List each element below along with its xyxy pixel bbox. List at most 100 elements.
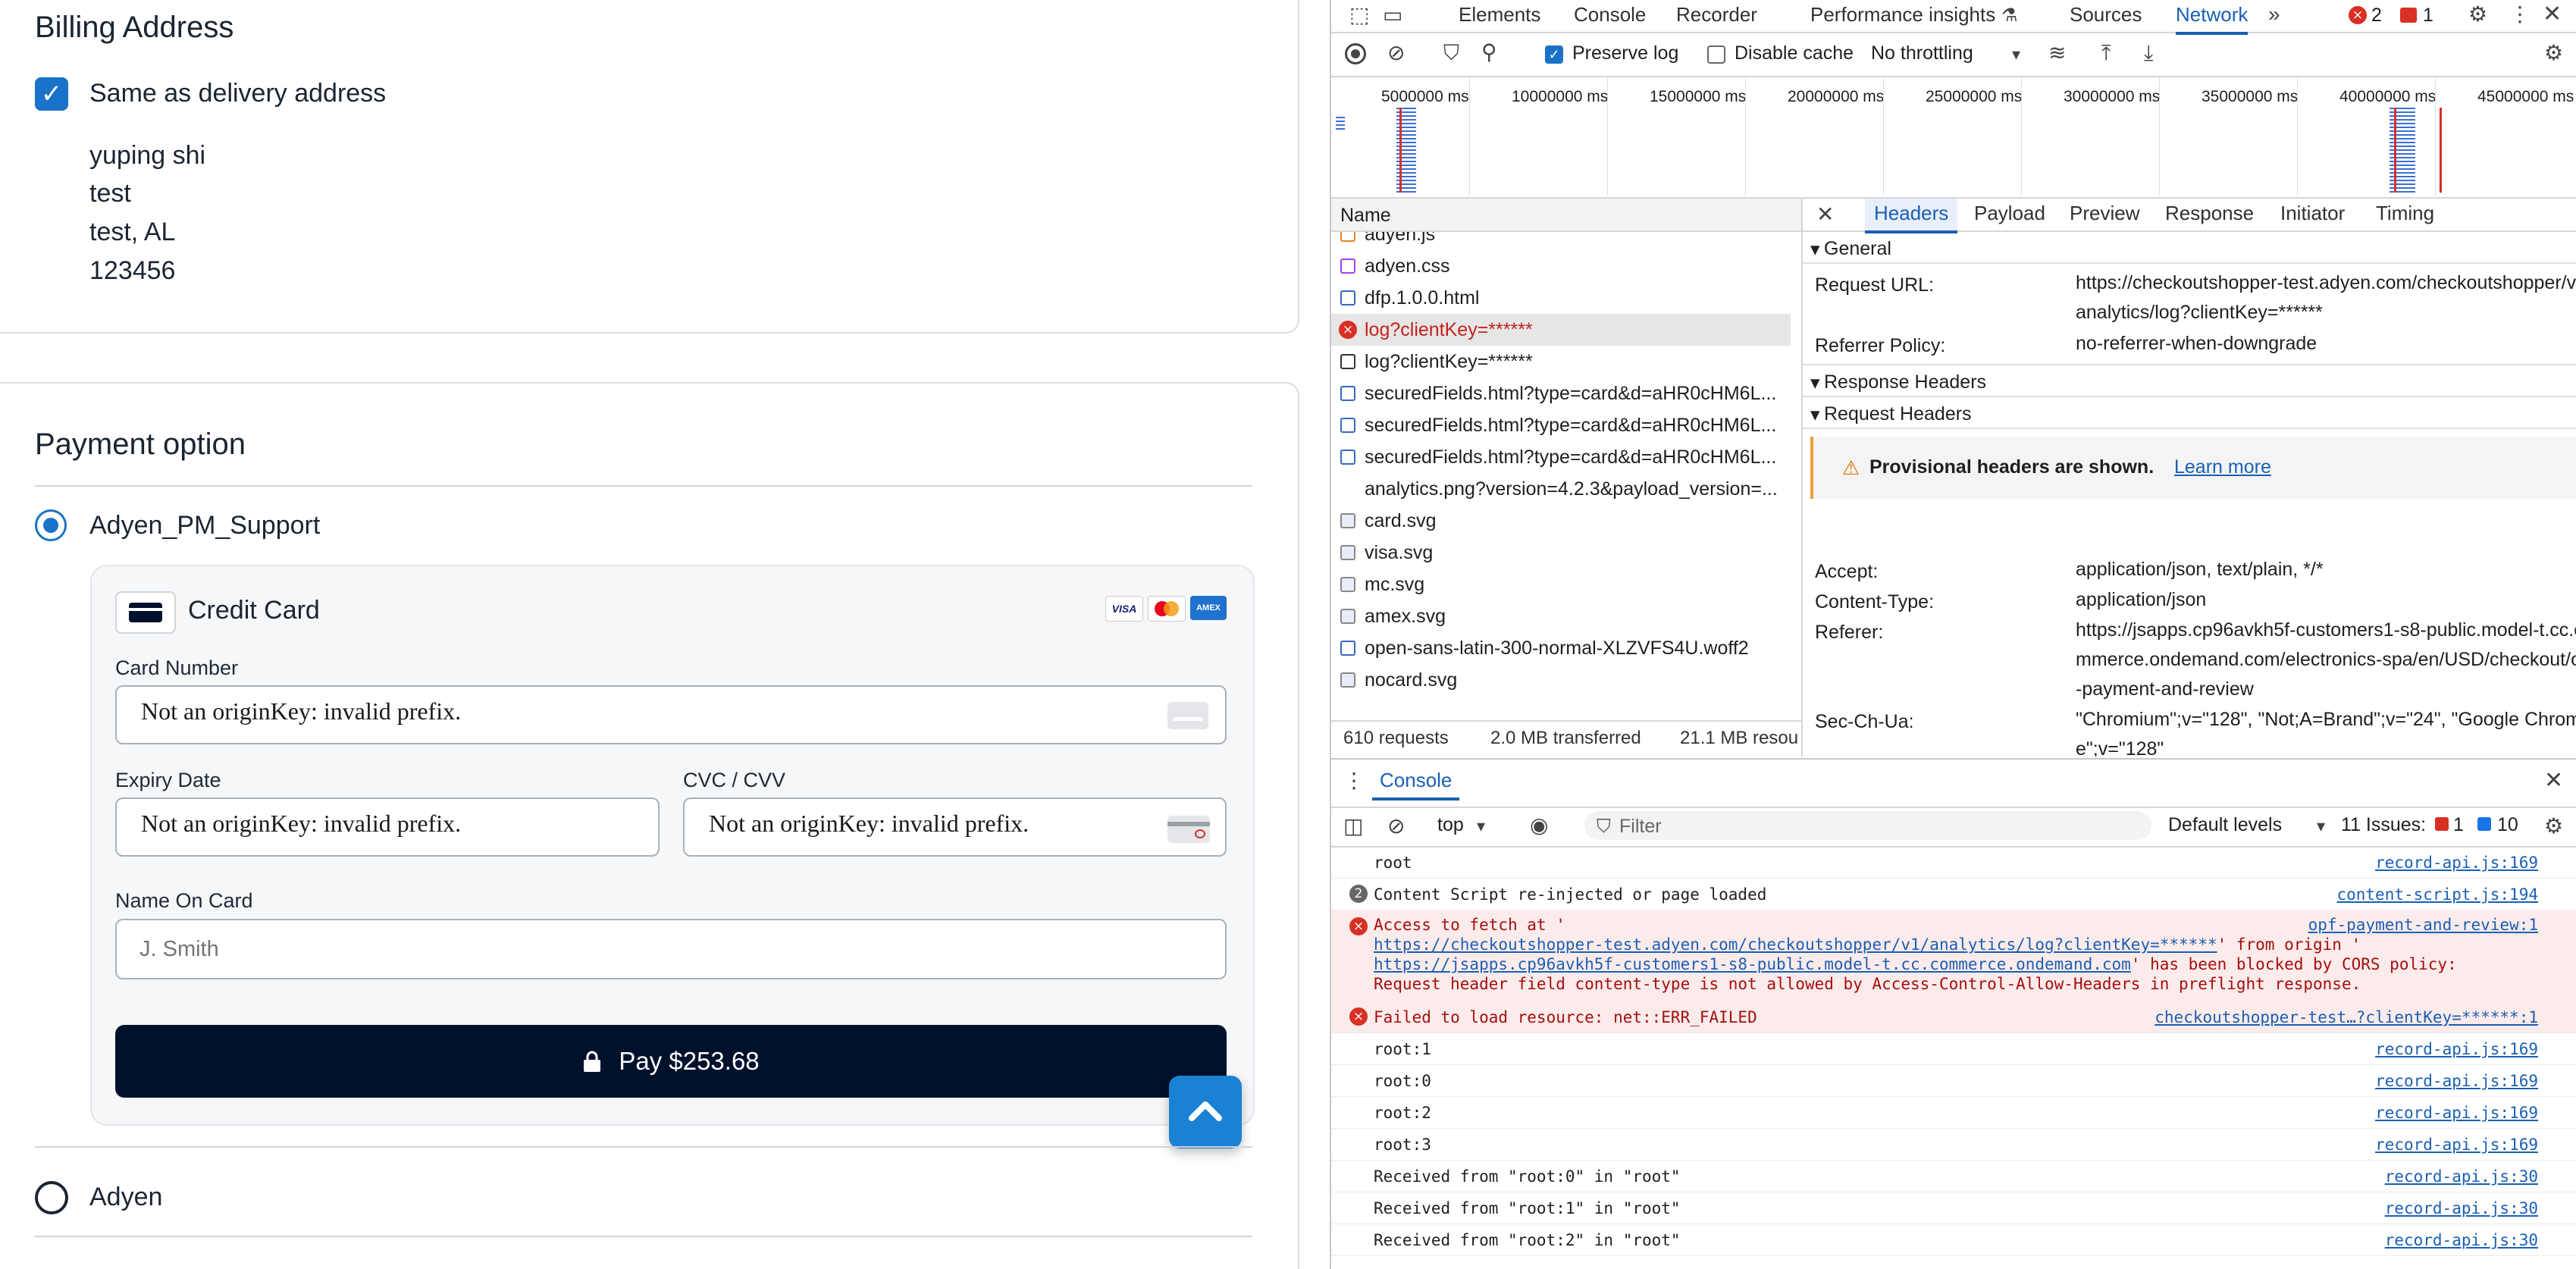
close-detail-icon[interactable]: ✕ [1816, 204, 1834, 225]
request-row[interactable]: amex.svg [1331, 600, 1791, 632]
network-overview-timeline[interactable]: 5000000 ms 10000000 ms 15000000 ms 20000… [1331, 77, 2576, 199]
card-number-field[interactable]: Not an originKey: invalid prefix. [115, 685, 1227, 744]
request-row[interactable]: securedFields.html?type=card&d=aHR0cHM6L… [1331, 409, 1791, 441]
tab-network[interactable]: Network [2176, 0, 2249, 35]
console-settings-icon[interactable]: ⚙ [2544, 816, 2563, 837]
sidebar-toggle-icon[interactable]: ◫ [1343, 816, 1363, 837]
issues-error-count[interactable]: 1 [2453, 814, 2464, 836]
issue-count[interactable]: 1 [2423, 5, 2433, 27]
request-row[interactable]: securedFields.html?type=card&d=aHR0cHM6L… [1331, 441, 1791, 473]
request-row[interactable]: mc.svg [1331, 569, 1791, 600]
filter-icon[interactable]: ⛉ [1443, 42, 1459, 64]
issue-error-icon [2435, 817, 2449, 831]
billing-address-title: Billing Address [35, 11, 234, 44]
search-icon[interactable]: ⚲ [1481, 42, 1497, 63]
more-options-icon[interactable]: ⋮ [2509, 4, 2531, 25]
radio-adyen[interactable] [35, 1181, 68, 1214]
source-link[interactable]: record-api.js:169 [2375, 1136, 2538, 1154]
throttling-select[interactable]: No throttling [1871, 42, 1973, 64]
chevron-down-icon[interactable]: ▾ [1477, 816, 1485, 837]
learn-more-link[interactable]: Learn more [2174, 456, 2271, 478]
disable-cache-checkbox[interactable] [1707, 45, 1725, 64]
clear-icon[interactable]: ⊘ [1387, 42, 1405, 64]
drawer-tab-console[interactable]: Console [1372, 766, 1460, 801]
response-headers-section[interactable]: ▾ Response Headers [1803, 364, 2576, 397]
inspect-element-icon[interactable]: ⬚ [1349, 5, 1369, 26]
name-on-card-input[interactable] [115, 919, 1227, 979]
tab-performance-insights[interactable]: Performance insights [1810, 0, 1995, 32]
request-row[interactable]: visa.svg [1331, 537, 1791, 569]
chevron-down-icon[interactable]: ▾ [2012, 44, 2020, 65]
name-column-header[interactable]: Name [1340, 205, 1391, 227]
radio-adyen-pm-support[interactable] [35, 509, 67, 541]
error-count[interactable]: 2 [2371, 5, 2382, 27]
network-conditions-icon[interactable]: ≋ [2048, 42, 2066, 64]
chevron-down-icon[interactable]: ▾ [2317, 816, 2325, 837]
request-row[interactable]: dfp.1.0.0.html [1331, 282, 1791, 314]
clear-console-icon[interactable]: ⊘ [1387, 816, 1405, 837]
detail-tab-timing[interactable]: Timing [2376, 199, 2434, 230]
pay-button[interactable]: Pay $253.68 [115, 1025, 1227, 1098]
record-icon[interactable] [1345, 43, 1366, 64]
preserve-log-label[interactable]: Preserve log [1572, 42, 1678, 64]
chevron-up-icon [1189, 1101, 1222, 1121]
general-section-header[interactable]: ▾ General [1803, 232, 2576, 264]
issues-label[interactable]: 11 Issues: [2341, 814, 2426, 836]
request-row[interactable]: log?clientKey=****** [1331, 346, 1791, 378]
console-filter-input[interactable]: ⛉ Filter [1584, 811, 2151, 840]
detail-tab-initiator[interactable]: Initiator [2280, 199, 2345, 230]
live-expression-eye-icon[interactable]: ◉ [1530, 815, 1548, 836]
context-select[interactable]: top [1437, 814, 1464, 836]
request-row[interactable]: open-sans-latin-300-normal-XLZVFS4U.woff… [1331, 632, 1791, 664]
request-row-selected[interactable]: × log?clientKey=****** [1331, 314, 1791, 346]
cors-origin-url[interactable]: https://jsapps.cp96avkh5f-customers1-s8-… [1374, 955, 2131, 973]
network-settings-icon[interactable]: ⚙ [2544, 42, 2563, 64]
disable-cache-label[interactable]: Disable cache [1735, 42, 1854, 64]
source-link[interactable]: opf-payment-and-review:1 [2308, 916, 2538, 934]
cors-request-url[interactable]: https://checkoutshopper-test.adyen.com/c… [1374, 935, 2217, 954]
source-link[interactable]: content-script.js:194 [2336, 885, 2538, 904]
detail-tab-preview[interactable]: Preview [2070, 199, 2139, 230]
expiry-date-field[interactable]: Not an originKey: invalid prefix. [115, 797, 660, 857]
source-link[interactable]: record-api.js:30 [2385, 1231, 2538, 1249]
same-as-delivery-checkbox[interactable]: ✓ [35, 77, 68, 111]
request-row[interactable]: adyen.js [1331, 232, 1791, 250]
tab-sources[interactable]: Sources [2070, 0, 2142, 32]
option-adyen-pm-support-label[interactable]: Adyen_PM_Support [89, 511, 320, 540]
scroll-to-top-button[interactable] [1169, 1076, 1242, 1148]
detail-tab-payload[interactable]: Payload [1974, 199, 2045, 230]
source-link[interactable]: checkoutshopper-test…?clientKey=******:1 [2155, 1008, 2538, 1026]
settings-gear-icon[interactable]: ⚙ [2468, 4, 2487, 25]
request-row[interactable]: adyen.css [1331, 250, 1791, 282]
request-row[interactable]: securedFields.html?type=card&d=aHR0cHM6L… [1331, 378, 1791, 409]
log-levels-select[interactable]: Default levels [2168, 814, 2282, 836]
source-link[interactable]: record-api.js:169 [2375, 1072, 2538, 1090]
source-link[interactable]: record-api.js:169 [2375, 1040, 2538, 1058]
close-devtools-icon[interactable]: ✕ [2543, 3, 2562, 26]
export-har-icon[interactable]: ⤓ [2144, 42, 2153, 64]
source-link[interactable]: record-api.js:30 [2385, 1199, 2538, 1217]
request-headers-section[interactable]: ▾ Request Headers [1803, 397, 2576, 429]
drawer-menu-icon[interactable]: ⋮ [1343, 770, 1365, 791]
detail-tab-headers[interactable]: Headers [1865, 199, 1958, 233]
request-row[interactable]: analytics.png?version=4.2.3&payload_vers… [1331, 473, 1791, 505]
device-toolbar-icon[interactable]: ▭ [1383, 5, 1402, 26]
visa-icon: VISA [1105, 596, 1143, 622]
close-drawer-icon[interactable]: ✕ [2544, 769, 2563, 792]
source-link[interactable]: record-api.js:169 [2375, 1104, 2538, 1122]
request-row[interactable]: card.svg [1331, 505, 1791, 537]
tab-elements[interactable]: Elements [1459, 0, 1540, 32]
issues-info-count[interactable]: 10 [2497, 814, 2518, 836]
same-as-delivery-label[interactable]: Same as delivery address [89, 79, 386, 108]
source-link[interactable]: record-api.js:30 [2385, 1167, 2538, 1186]
detail-tab-response[interactable]: Response [2165, 199, 2254, 230]
more-tabs-icon[interactable]: » [2268, 4, 2280, 25]
source-link[interactable]: record-api.js:169 [2375, 854, 2538, 872]
preserve-log-checkbox[interactable]: ✓ [1545, 45, 1563, 64]
cvc-field[interactable]: Not an originKey: invalid prefix. [683, 797, 1227, 857]
tab-console[interactable]: Console [1574, 0, 1646, 32]
request-row[interactable]: nocard.svg [1331, 664, 1791, 696]
import-har-icon[interactable]: ⤒ [2101, 42, 2111, 64]
option-adyen-label[interactable]: Adyen [89, 1183, 162, 1212]
tab-recorder[interactable]: Recorder [1676, 0, 1757, 32]
